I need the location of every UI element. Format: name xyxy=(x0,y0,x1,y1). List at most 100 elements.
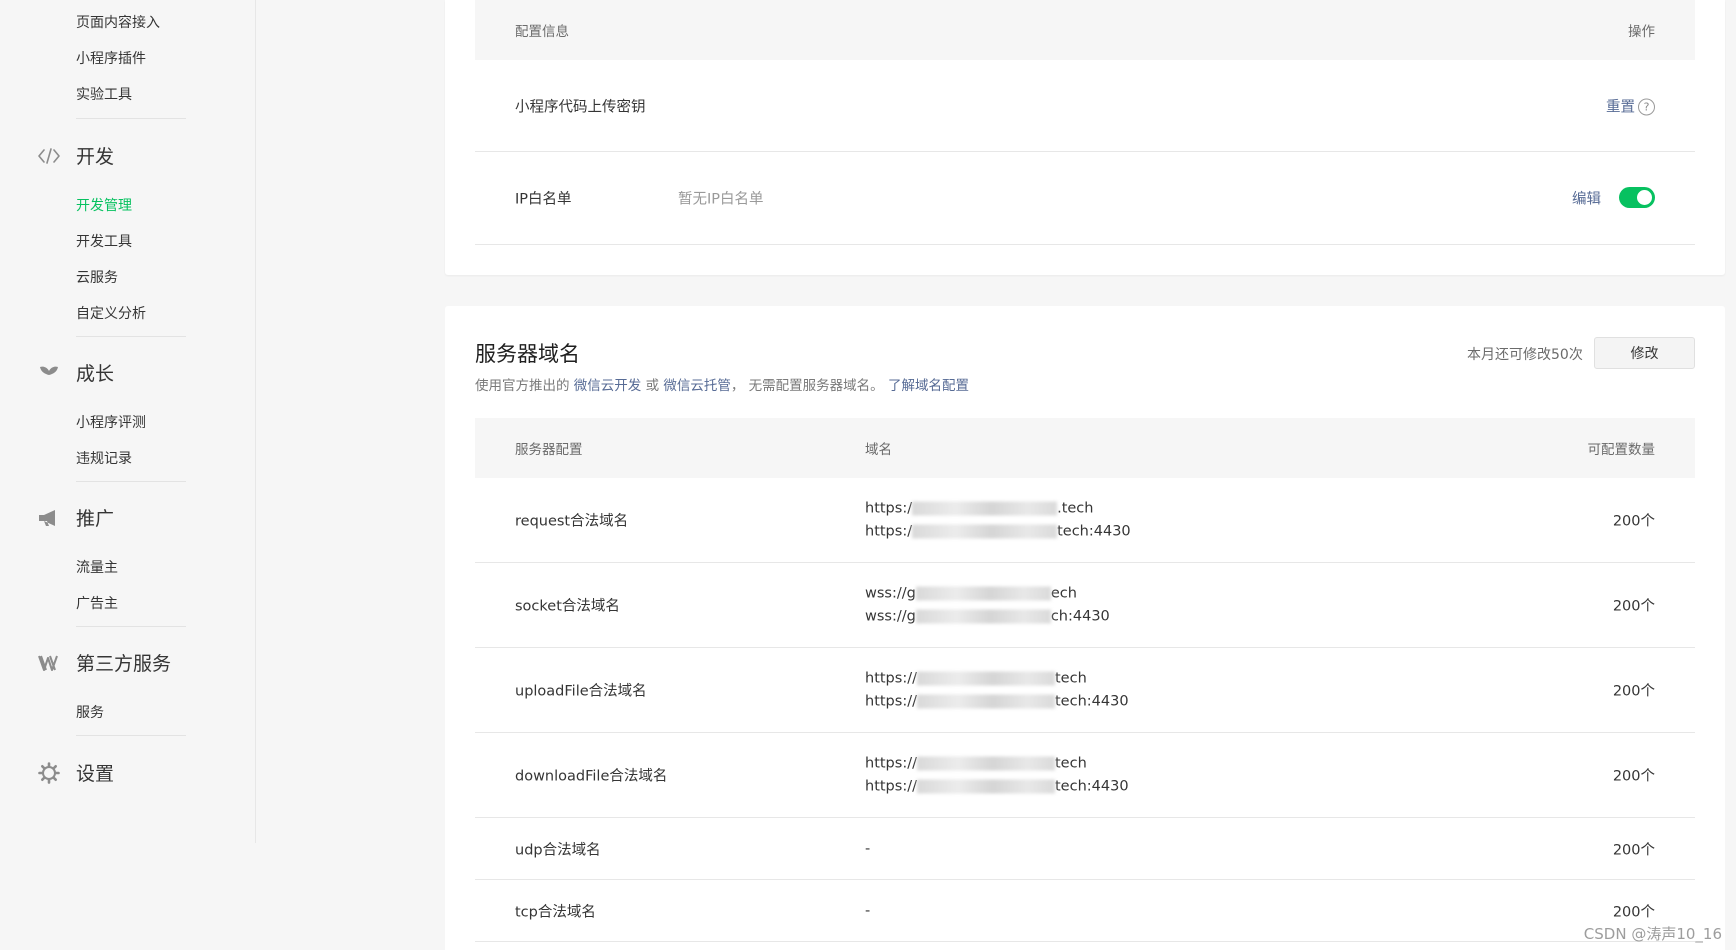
row-name: udp合法域名 xyxy=(515,842,601,858)
sidebar-item-lab-tools[interactable]: 实验工具 xyxy=(76,84,132,104)
domain-table-header: 服务器配置 域名 可配置数量 xyxy=(475,418,1695,478)
edit-link[interactable]: 编辑 xyxy=(1572,188,1601,209)
domain-line: https:/ tech:4430 xyxy=(865,520,1131,543)
sprout-icon xyxy=(38,362,60,384)
config-card: 配置信息 操作 小程序代码上传密钥 重置? IP白名单 暂无IP白名单 编辑 xyxy=(445,0,1725,275)
table-row-download-file: downloadFile合法域名 https:// tech https:// te… xyxy=(475,733,1695,818)
domain-line: wss://g ech xyxy=(865,583,1110,606)
sidebar-item-service[interactable]: 服务 xyxy=(76,702,104,722)
sidebar-item-violations[interactable]: 违规记录 xyxy=(76,448,132,468)
reset-link[interactable]: 重置 xyxy=(1606,99,1635,115)
sidebar-section-settings[interactable]: 设置 xyxy=(38,759,114,786)
domain-line: https:// tech:4430 xyxy=(865,775,1129,798)
sidebar-section-growth[interactable]: 成长 xyxy=(38,359,114,386)
domain-suffix: ech xyxy=(1050,585,1077,602)
server-domain-card: 服务器域名 使用官方推出的 微信云开发 或 微信云托管， 无需配置服务器域名。 … xyxy=(445,306,1725,950)
help-icon[interactable]: ? xyxy=(1638,98,1655,116)
header-count: 可配置数量 xyxy=(1587,442,1656,458)
sidebar-section-develop[interactable]: 开发 xyxy=(38,142,114,169)
row-name: request合法域名 xyxy=(515,513,629,530)
domain-value: - xyxy=(865,840,871,857)
domain-suffix: tech xyxy=(1054,755,1087,772)
sidebar-item-dev-tools[interactable]: 开发工具 xyxy=(76,231,132,251)
sidebar-item-page-content[interactable]: 页面内容接入 xyxy=(76,12,160,32)
table-row-udp: udp合法域名 - 200个 xyxy=(475,818,1695,880)
domain-line: wss://g ch:4430 xyxy=(865,605,1110,628)
cloud-dev-link[interactable]: 微信云开发 xyxy=(574,378,642,394)
sidebar-item-traffic-owner[interactable]: 流量主 xyxy=(76,557,118,577)
learn-domain-config-link[interactable]: 了解域名配置 xyxy=(888,378,969,394)
sidebar-divider xyxy=(76,336,186,337)
header-action: 操作 xyxy=(1628,24,1655,40)
redacted-blur xyxy=(916,694,1055,708)
table-row-upload-file: uploadFile合法域名 https:// tech https:// tech… xyxy=(475,648,1695,733)
row-label: 小程序代码上传密钥 xyxy=(515,99,646,115)
desc-text: 使用官方推出的 xyxy=(475,378,570,394)
domain-suffix: ch:4430 xyxy=(1050,608,1110,624)
megaphone-icon xyxy=(38,507,60,529)
redacted-blur xyxy=(915,586,1051,601)
sidebar-item-evaluation[interactable]: 小程序评测 xyxy=(76,412,146,432)
header-domain: 域名 xyxy=(865,442,892,458)
sidebar-section-label: 第三方服务 xyxy=(76,653,172,675)
toggle-knob xyxy=(1637,190,1652,205)
header-config-info: 配置信息 xyxy=(515,24,569,40)
row-name: socket合法域名 xyxy=(515,598,620,615)
csdn-watermark: CSDN @涛声10_16 xyxy=(1583,925,1722,943)
domain-suffix: .tech xyxy=(1057,500,1094,517)
sidebar-divider xyxy=(76,481,186,482)
sidebar-divider xyxy=(76,735,186,736)
config-row-ip-whitelist: IP白名单 暂无IP白名单 编辑 xyxy=(475,152,1695,245)
row-count: 200个 xyxy=(1612,842,1655,858)
sidebar-item-advertiser[interactable]: 广告主 xyxy=(76,593,118,613)
sidebar-section-label: 设置 xyxy=(76,763,115,785)
reset-action: 重置? xyxy=(1606,95,1655,116)
domain-suffix: tech:4430 xyxy=(1054,778,1129,794)
ip-whitelist-value: 暂无IP白名单 xyxy=(678,191,764,208)
cloud-hosting-link[interactable]: 微信云托管 xyxy=(663,378,731,394)
gear-icon xyxy=(38,761,60,784)
table-row-request: request合法域名 https:/ .tech https:/ tech:443… xyxy=(475,478,1695,563)
domain-value: - xyxy=(865,902,871,919)
header-server-config: 服务器配置 xyxy=(515,442,583,458)
redacted-blur xyxy=(916,756,1055,771)
domain-suffix: tech:4430 xyxy=(1054,693,1129,709)
domain-list: https:// tech https:// tech:4430 xyxy=(865,668,1129,713)
sidebar-section-promotion[interactable]: 推广 xyxy=(38,504,114,531)
domain-prefix: https:// xyxy=(865,755,917,772)
sidebar-divider xyxy=(76,626,186,627)
sidebar-item-cloud-service[interactable]: 云服务 xyxy=(76,267,118,287)
modify-quota: 本月还可修改50次 xyxy=(1467,347,1583,363)
modify-button[interactable]: 修改 xyxy=(1594,337,1695,369)
domain-list: https:/ .tech https:/ tech:4430 xyxy=(865,498,1131,543)
redacted-blur xyxy=(916,671,1055,686)
row-count: 200个 xyxy=(1612,513,1655,530)
domain-suffix: tech:4430 xyxy=(1057,523,1131,539)
sidebar-item-dev-management[interactable]: 开发管理 xyxy=(76,195,132,215)
sidebar-item-plugins[interactable]: 小程序插件 xyxy=(76,48,146,68)
config-row-upload-key: 小程序代码上传密钥 重置? xyxy=(475,60,1695,152)
sidebar: 页面内容接入 小程序插件 实验工具 开发 开发管理 开发工具 云服务 自定义分析… xyxy=(0,0,256,843)
row-label: IP白名单 xyxy=(515,191,572,208)
code-icon xyxy=(38,145,60,167)
redacted-blur xyxy=(916,779,1055,793)
domain-line: https:// tech:4430 xyxy=(865,690,1129,713)
domain-line: https:// tech xyxy=(865,753,1129,776)
ip-whitelist-toggle[interactable] xyxy=(1619,187,1655,208)
section-title: 服务器域名 xyxy=(475,342,580,366)
third-party-icon xyxy=(38,652,60,674)
sidebar-section-third-party[interactable]: 第三方服务 xyxy=(38,649,171,676)
row-name: downloadFile合法域名 xyxy=(515,768,668,785)
domain-prefix: https:/ xyxy=(865,523,913,539)
row-name: uploadFile合法域名 xyxy=(515,683,647,700)
domain-prefix: https:// xyxy=(865,778,917,794)
domain-suffix: tech xyxy=(1054,670,1087,687)
sidebar-item-custom-analysis[interactable]: 自定义分析 xyxy=(76,303,146,323)
desc-text: 或 xyxy=(645,378,660,394)
row-count: 200个 xyxy=(1612,904,1655,920)
domain-prefix: https:// xyxy=(865,693,917,709)
domain-line: https:/ .tech xyxy=(865,498,1131,521)
domain-line: https:// tech xyxy=(865,668,1129,691)
config-table-header: 配置信息 操作 xyxy=(475,0,1695,60)
row-name: tcp合法域名 xyxy=(515,904,596,920)
